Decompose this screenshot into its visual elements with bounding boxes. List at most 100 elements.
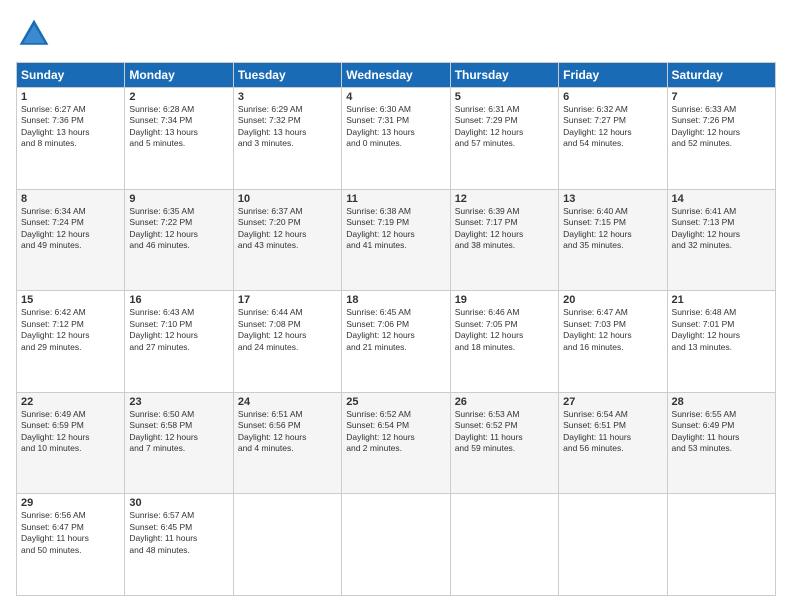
calendar-cell: 2Sunrise: 6:28 AMSunset: 7:34 PMDaylight… (125, 88, 233, 190)
day-number: 15 (21, 294, 120, 306)
day-info: Sunrise: 6:51 AMSunset: 6:56 PMDaylight:… (238, 409, 337, 455)
calendar-cell: 12Sunrise: 6:39 AMSunset: 7:17 PMDayligh… (450, 189, 558, 291)
day-info: Sunrise: 6:54 AMSunset: 6:51 PMDaylight:… (563, 409, 662, 455)
weekday-wednesday: Wednesday (342, 63, 450, 88)
calendar-cell (667, 494, 775, 596)
day-number: 30 (129, 497, 228, 509)
calendar-cell: 6Sunrise: 6:32 AMSunset: 7:27 PMDaylight… (559, 88, 667, 190)
week-row-5: 29Sunrise: 6:56 AMSunset: 6:47 PMDayligh… (17, 494, 776, 596)
calendar-cell: 13Sunrise: 6:40 AMSunset: 7:15 PMDayligh… (559, 189, 667, 291)
calendar-cell (450, 494, 558, 596)
day-number: 10 (238, 193, 337, 205)
day-number: 4 (346, 91, 445, 103)
day-number: 19 (455, 294, 554, 306)
calendar-cell: 16Sunrise: 6:43 AMSunset: 7:10 PMDayligh… (125, 291, 233, 393)
day-number: 28 (672, 396, 771, 408)
day-number: 25 (346, 396, 445, 408)
day-info: Sunrise: 6:39 AMSunset: 7:17 PMDaylight:… (455, 206, 554, 252)
day-number: 13 (563, 193, 662, 205)
day-info: Sunrise: 6:27 AMSunset: 7:36 PMDaylight:… (21, 104, 120, 150)
day-info: Sunrise: 6:43 AMSunset: 7:10 PMDaylight:… (129, 307, 228, 353)
day-number: 22 (21, 396, 120, 408)
day-number: 29 (21, 497, 120, 509)
calendar-cell (233, 494, 341, 596)
week-row-4: 22Sunrise: 6:49 AMSunset: 6:59 PMDayligh… (17, 392, 776, 494)
calendar-cell: 23Sunrise: 6:50 AMSunset: 6:58 PMDayligh… (125, 392, 233, 494)
weekday-friday: Friday (559, 63, 667, 88)
calendar-cell: 17Sunrise: 6:44 AMSunset: 7:08 PMDayligh… (233, 291, 341, 393)
calendar-cell: 1Sunrise: 6:27 AMSunset: 7:36 PMDaylight… (17, 88, 125, 190)
day-number: 20 (563, 294, 662, 306)
calendar-cell: 27Sunrise: 6:54 AMSunset: 6:51 PMDayligh… (559, 392, 667, 494)
calendar-cell: 21Sunrise: 6:48 AMSunset: 7:01 PMDayligh… (667, 291, 775, 393)
weekday-tuesday: Tuesday (233, 63, 341, 88)
calendar-cell: 14Sunrise: 6:41 AMSunset: 7:13 PMDayligh… (667, 189, 775, 291)
day-info: Sunrise: 6:34 AMSunset: 7:24 PMDaylight:… (21, 206, 120, 252)
day-number: 17 (238, 294, 337, 306)
calendar-cell: 20Sunrise: 6:47 AMSunset: 7:03 PMDayligh… (559, 291, 667, 393)
weekday-header-row: SundayMondayTuesdayWednesdayThursdayFrid… (17, 63, 776, 88)
weekday-thursday: Thursday (450, 63, 558, 88)
calendar-cell (559, 494, 667, 596)
week-row-1: 1Sunrise: 6:27 AMSunset: 7:36 PMDaylight… (17, 88, 776, 190)
calendar-cell: 30Sunrise: 6:57 AMSunset: 6:45 PMDayligh… (125, 494, 233, 596)
day-info: Sunrise: 6:53 AMSunset: 6:52 PMDaylight:… (455, 409, 554, 455)
day-info: Sunrise: 6:38 AMSunset: 7:19 PMDaylight:… (346, 206, 445, 252)
day-info: Sunrise: 6:47 AMSunset: 7:03 PMDaylight:… (563, 307, 662, 353)
day-info: Sunrise: 6:44 AMSunset: 7:08 PMDaylight:… (238, 307, 337, 353)
day-info: Sunrise: 6:41 AMSunset: 7:13 PMDaylight:… (672, 206, 771, 252)
day-number: 2 (129, 91, 228, 103)
calendar-cell: 24Sunrise: 6:51 AMSunset: 6:56 PMDayligh… (233, 392, 341, 494)
calendar-cell (342, 494, 450, 596)
day-number: 24 (238, 396, 337, 408)
calendar-cell: 7Sunrise: 6:33 AMSunset: 7:26 PMDaylight… (667, 88, 775, 190)
day-number: 5 (455, 91, 554, 103)
weekday-saturday: Saturday (667, 63, 775, 88)
week-row-2: 8Sunrise: 6:34 AMSunset: 7:24 PMDaylight… (17, 189, 776, 291)
day-info: Sunrise: 6:52 AMSunset: 6:54 PMDaylight:… (346, 409, 445, 455)
calendar-cell: 25Sunrise: 6:52 AMSunset: 6:54 PMDayligh… (342, 392, 450, 494)
day-number: 11 (346, 193, 445, 205)
weekday-monday: Monday (125, 63, 233, 88)
day-info: Sunrise: 6:35 AMSunset: 7:22 PMDaylight:… (129, 206, 228, 252)
calendar-cell: 10Sunrise: 6:37 AMSunset: 7:20 PMDayligh… (233, 189, 341, 291)
day-number: 16 (129, 294, 228, 306)
day-info: Sunrise: 6:33 AMSunset: 7:26 PMDaylight:… (672, 104, 771, 150)
calendar-cell: 29Sunrise: 6:56 AMSunset: 6:47 PMDayligh… (17, 494, 125, 596)
calendar-cell: 22Sunrise: 6:49 AMSunset: 6:59 PMDayligh… (17, 392, 125, 494)
calendar-cell: 28Sunrise: 6:55 AMSunset: 6:49 PMDayligh… (667, 392, 775, 494)
day-info: Sunrise: 6:45 AMSunset: 7:06 PMDaylight:… (346, 307, 445, 353)
calendar-cell: 15Sunrise: 6:42 AMSunset: 7:12 PMDayligh… (17, 291, 125, 393)
day-number: 18 (346, 294, 445, 306)
calendar-cell: 19Sunrise: 6:46 AMSunset: 7:05 PMDayligh… (450, 291, 558, 393)
calendar-body: 1Sunrise: 6:27 AMSunset: 7:36 PMDaylight… (17, 88, 776, 596)
day-number: 7 (672, 91, 771, 103)
day-info: Sunrise: 6:29 AMSunset: 7:32 PMDaylight:… (238, 104, 337, 150)
calendar-cell: 9Sunrise: 6:35 AMSunset: 7:22 PMDaylight… (125, 189, 233, 291)
day-info: Sunrise: 6:31 AMSunset: 7:29 PMDaylight:… (455, 104, 554, 150)
day-number: 26 (455, 396, 554, 408)
day-number: 8 (21, 193, 120, 205)
day-info: Sunrise: 6:55 AMSunset: 6:49 PMDaylight:… (672, 409, 771, 455)
day-info: Sunrise: 6:37 AMSunset: 7:20 PMDaylight:… (238, 206, 337, 252)
day-info: Sunrise: 6:48 AMSunset: 7:01 PMDaylight:… (672, 307, 771, 353)
day-number: 9 (129, 193, 228, 205)
day-info: Sunrise: 6:32 AMSunset: 7:27 PMDaylight:… (563, 104, 662, 150)
calendar-cell: 11Sunrise: 6:38 AMSunset: 7:19 PMDayligh… (342, 189, 450, 291)
day-info: Sunrise: 6:42 AMSunset: 7:12 PMDaylight:… (21, 307, 120, 353)
day-info: Sunrise: 6:50 AMSunset: 6:58 PMDaylight:… (129, 409, 228, 455)
calendar-cell: 5Sunrise: 6:31 AMSunset: 7:29 PMDaylight… (450, 88, 558, 190)
logo (16, 16, 56, 52)
day-number: 12 (455, 193, 554, 205)
calendar-cell: 3Sunrise: 6:29 AMSunset: 7:32 PMDaylight… (233, 88, 341, 190)
day-info: Sunrise: 6:49 AMSunset: 6:59 PMDaylight:… (21, 409, 120, 455)
weekday-sunday: Sunday (17, 63, 125, 88)
day-number: 6 (563, 91, 662, 103)
header (16, 16, 776, 52)
calendar-cell: 26Sunrise: 6:53 AMSunset: 6:52 PMDayligh… (450, 392, 558, 494)
day-info: Sunrise: 6:57 AMSunset: 6:45 PMDaylight:… (129, 510, 228, 556)
day-info: Sunrise: 6:28 AMSunset: 7:34 PMDaylight:… (129, 104, 228, 150)
day-number: 27 (563, 396, 662, 408)
calendar-cell: 8Sunrise: 6:34 AMSunset: 7:24 PMDaylight… (17, 189, 125, 291)
day-number: 14 (672, 193, 771, 205)
